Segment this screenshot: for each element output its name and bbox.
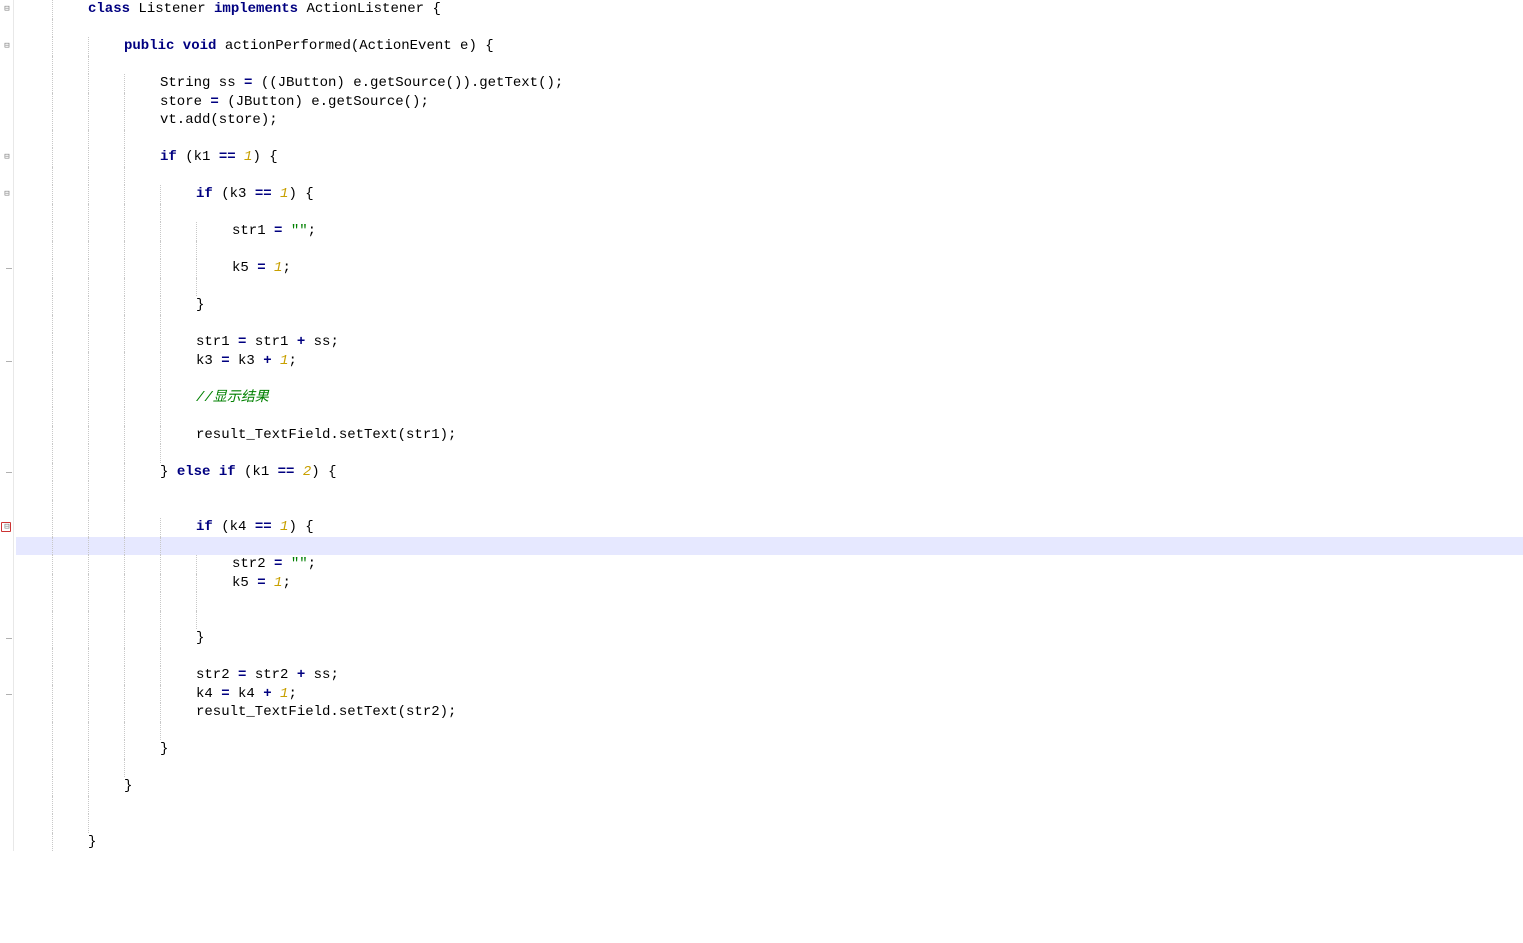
gutter-error-icon[interactable] <box>1 522 11 532</box>
fold-toggle-icon[interactable]: ⊟ <box>2 152 12 162</box>
code-line[interactable] <box>16 241 1523 260</box>
fold-toggle-icon[interactable]: ⊟ <box>2 4 12 14</box>
code-editor[interactable]: class Listener implements ActionListener… <box>14 0 1523 851</box>
code-line[interactable]: k5 = 1; <box>16 574 1523 593</box>
code-line[interactable]: vt.add(store); <box>16 111 1523 130</box>
code-line[interactable]: str1 = ""; <box>16 222 1523 241</box>
code-line[interactable]: str2 = str2 + ss; <box>16 666 1523 685</box>
editor-gutter: ⊟⊟⊟⊟⊟ <box>0 0 14 851</box>
code-line[interactable] <box>16 407 1523 426</box>
code-line[interactable]: if (k4 == 1) { <box>16 518 1523 537</box>
code-line[interactable] <box>16 592 1523 611</box>
code-line[interactable] <box>16 611 1523 630</box>
code-line[interactable]: } else if (k1 == 2) { <box>16 463 1523 482</box>
code-line[interactable]: result_TextField.setText(str1); <box>16 426 1523 445</box>
code-line[interactable]: if (k1 == 1) { <box>16 148 1523 167</box>
code-line[interactable] <box>16 315 1523 334</box>
code-line[interactable] <box>16 130 1523 149</box>
code-line[interactable] <box>16 370 1523 389</box>
gutter-dash-icon <box>6 472 12 473</box>
fold-toggle-icon[interactable]: ⊟ <box>2 41 12 51</box>
gutter-dash-icon <box>6 268 12 269</box>
code-line[interactable]: store = (JButton) e.getSource(); <box>16 93 1523 112</box>
code-line[interactable] <box>16 444 1523 463</box>
code-line[interactable]: public void actionPerformed(ActionEvent … <box>16 37 1523 56</box>
code-line[interactable]: //显示结果 <box>16 389 1523 408</box>
code-line[interactable] <box>16 204 1523 223</box>
code-line[interactable]: class Listener implements ActionListener… <box>16 0 1523 19</box>
code-line[interactable]: result_TextField.setText(str2); <box>16 703 1523 722</box>
code-line[interactable] <box>16 500 1523 519</box>
code-line[interactable] <box>16 796 1523 815</box>
gutter-dash-icon <box>6 361 12 362</box>
code-line[interactable] <box>16 56 1523 75</box>
code-line[interactable] <box>16 19 1523 38</box>
gutter-dash-icon <box>6 694 12 695</box>
code-line[interactable]: k3 = k3 + 1; <box>16 352 1523 371</box>
code-line[interactable] <box>16 167 1523 186</box>
code-line[interactable]: if (k3 == 1) { <box>16 185 1523 204</box>
code-line[interactable]: } <box>16 777 1523 796</box>
code-line[interactable] <box>16 278 1523 297</box>
code-line[interactable]: k4 = k4 + 1; <box>16 685 1523 704</box>
gutter-dash-icon <box>6 638 12 639</box>
code-line[interactable]: k5 = 1; <box>16 259 1523 278</box>
code-line[interactable]: } <box>16 629 1523 648</box>
code-line[interactable] <box>16 759 1523 778</box>
code-line[interactable]: str2 = ""; <box>16 555 1523 574</box>
code-line[interactable] <box>16 722 1523 741</box>
code-line[interactable]: } <box>16 740 1523 759</box>
code-line[interactable] <box>16 814 1523 833</box>
code-line[interactable]: String ss = ((JButton) e.getSource()).ge… <box>16 74 1523 93</box>
code-line[interactable] <box>16 648 1523 667</box>
code-line[interactable] <box>16 481 1523 500</box>
fold-toggle-icon[interactable]: ⊟ <box>2 189 12 199</box>
code-line[interactable]: } <box>16 833 1523 852</box>
code-line[interactable]: } <box>16 296 1523 315</box>
code-line[interactable] <box>16 537 1523 556</box>
code-line[interactable]: str1 = str1 + ss; <box>16 333 1523 352</box>
